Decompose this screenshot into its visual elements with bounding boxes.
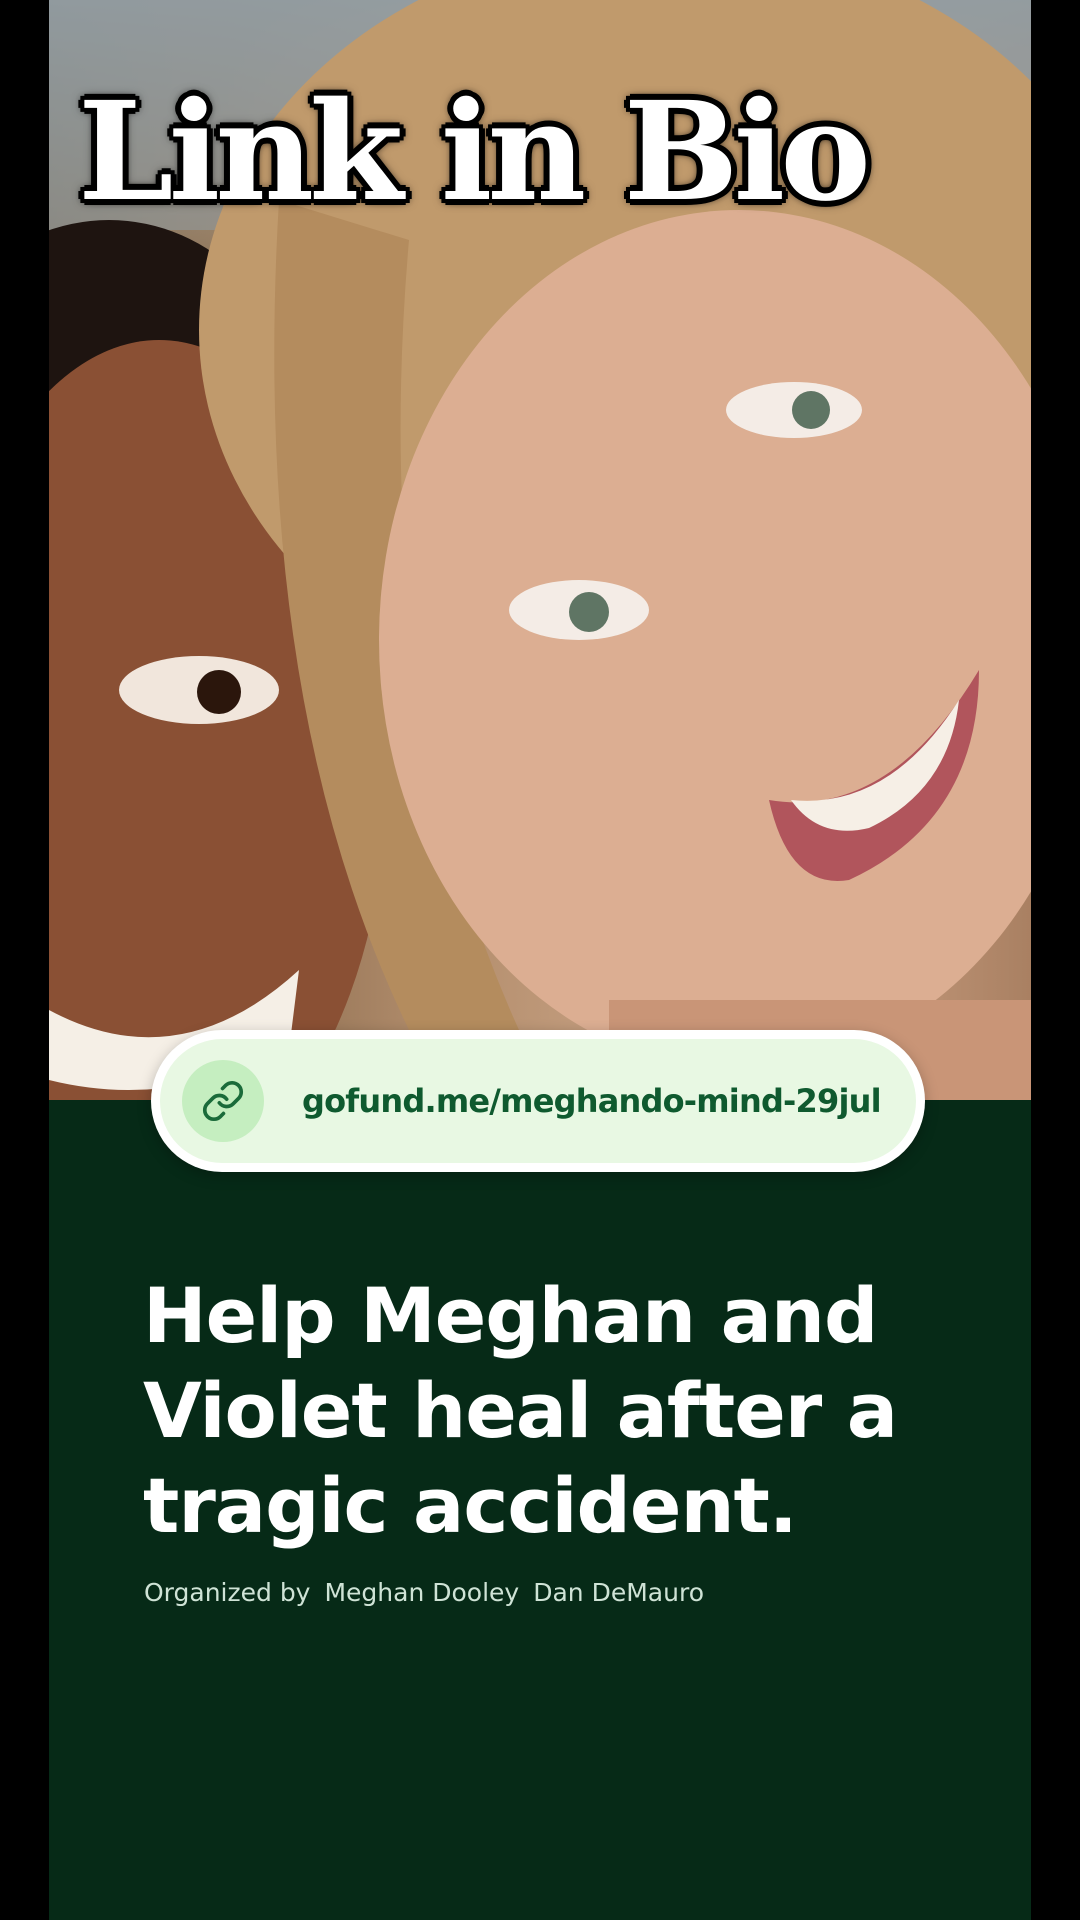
link-in-bio-headline: Link in Bio — [78, 72, 871, 232]
organizer-line: Organized by Meghan Dooley Dan DeMauro — [144, 1578, 718, 1607]
campaign-title: Help Meghan and Violet heal after a trag… — [143, 1271, 898, 1550]
organizer-name: Meghan Dooley — [324, 1578, 520, 1607]
link-icon — [182, 1060, 264, 1142]
video-frame: Link in Bio gofund.me/meghando-mind-29ju… — [49, 0, 1031, 1920]
fundraiser-url[interactable]: gofund.me/meghando-mind-29jul — [302, 1082, 882, 1120]
campaign-photo: Link in Bio — [49, 0, 1031, 1100]
organized-by-label: Organized by — [144, 1578, 311, 1607]
fundraiser-link-pill[interactable]: gofund.me/meghando-mind-29jul — [151, 1030, 925, 1172]
organizer-name: Dan DeMauro — [533, 1578, 704, 1607]
